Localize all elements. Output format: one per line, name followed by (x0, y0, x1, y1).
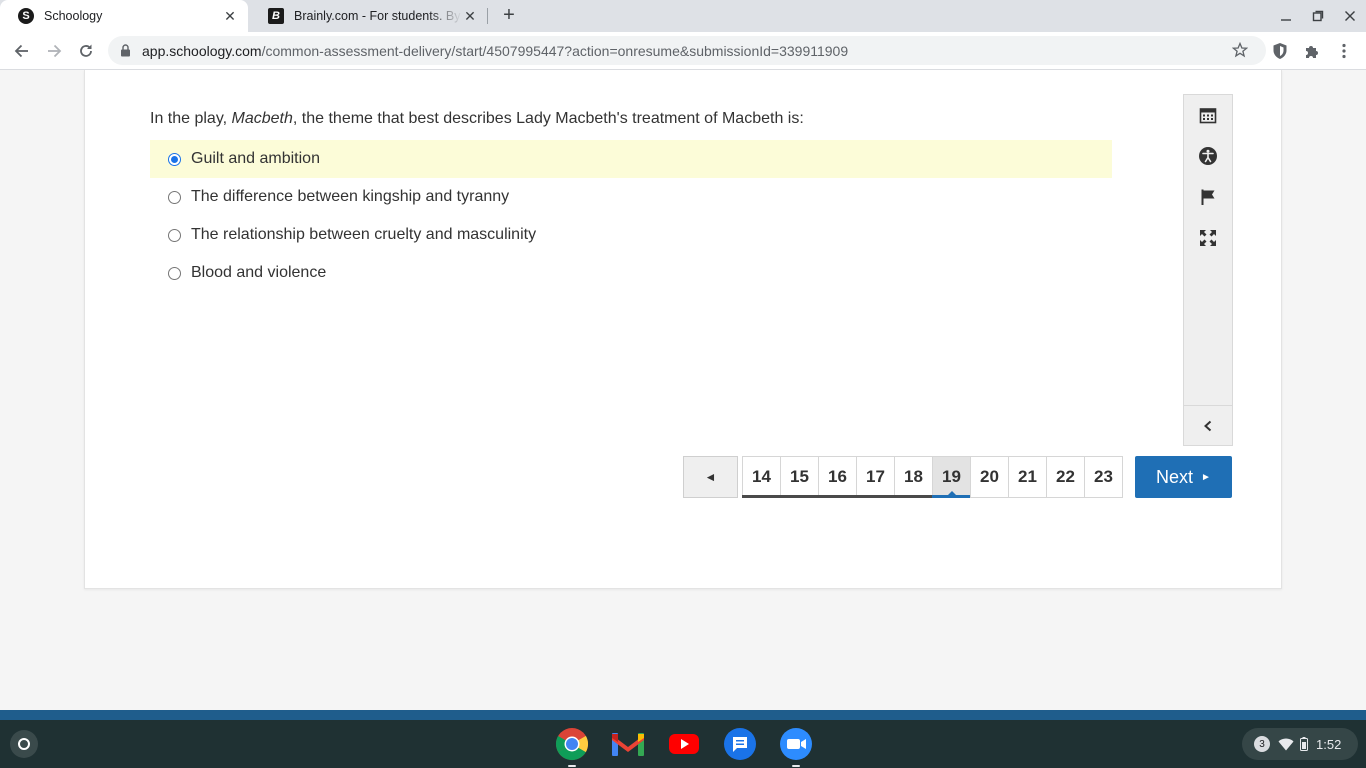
shelf-accent-bar (0, 710, 1366, 720)
reload-icon[interactable] (74, 40, 98, 62)
answer-option-3[interactable]: The relationship between cruelty and mas… (150, 216, 1112, 254)
question-pagination: 14 15 16 17 18 19 20 21 22 23 (742, 456, 1123, 498)
next-question-button[interactable]: Next ► (1135, 456, 1232, 498)
launcher-icon[interactable] (10, 730, 38, 758)
assessment-card: In the play, Macbeth, the theme that bes… (84, 70, 1282, 589)
page-15-button[interactable]: 15 (780, 456, 819, 498)
answer-option-2[interactable]: The difference between kingship and tyra… (150, 178, 1112, 216)
schoology-favicon-icon: S (18, 8, 34, 24)
menu-kebab-icon[interactable] (1334, 41, 1354, 61)
shield-extension-icon[interactable] (1270, 41, 1290, 61)
page-19-button[interactable]: 19 (932, 456, 971, 498)
extensions-puzzle-icon[interactable] (1302, 41, 1322, 61)
back-icon[interactable] (10, 40, 34, 62)
browser-toolbar: app.schoology.com/common-assessment-deli… (0, 32, 1366, 70)
tab-brainly[interactable]: B Brainly.com - For students. By student… (250, 0, 488, 32)
notification-count-badge: 3 (1254, 736, 1270, 752)
radio-button[interactable] (168, 266, 181, 280)
question-text: In the play, Macbeth, the theme that bes… (150, 110, 804, 128)
answer-option-4[interactable]: Blood and violence (150, 254, 1112, 292)
page-20-button[interactable]: 20 (970, 456, 1009, 498)
next-arrow-icon: ► (1201, 471, 1211, 483)
close-tab-icon[interactable]: ✕ (222, 8, 238, 24)
question-suffix: , the theme that best describes Lady Mac… (292, 110, 804, 127)
radio-button[interactable] (168, 228, 181, 242)
close-window-icon[interactable] (1340, 6, 1360, 26)
shelf: 3 1:52 (0, 720, 1366, 768)
forward-icon[interactable] (42, 40, 66, 62)
battery-icon (1300, 737, 1308, 751)
page-14-button[interactable]: 14 (742, 456, 781, 498)
system-tray[interactable]: 3 1:52 (1242, 728, 1358, 760)
close-tab-icon[interactable]: ✕ (462, 8, 478, 24)
tool-rail (1183, 94, 1233, 446)
option-label: Blood and violence (191, 264, 327, 281)
messages-icon[interactable] (723, 727, 757, 761)
new-tab-icon[interactable]: + (498, 4, 520, 26)
option-label: The relationship between cruelty and mas… (191, 226, 537, 243)
flag-icon[interactable] (1184, 177, 1232, 217)
next-label: Next (1156, 466, 1194, 487)
tab-schoology[interactable]: S Schoology ✕ (0, 0, 248, 32)
question-work-title: Macbeth (231, 110, 293, 127)
gmail-icon[interactable] (611, 727, 645, 761)
answer-options: Guilt and ambition The difference betwee… (150, 140, 1112, 292)
option-label: The difference between kingship and tyra… (191, 188, 510, 205)
tab-divider (487, 8, 488, 24)
collapse-panel-icon[interactable] (1184, 405, 1232, 445)
zoom-icon[interactable] (779, 727, 813, 767)
radio-button[interactable] (168, 152, 181, 166)
address-bar[interactable]: app.schoology.com/common-assessment-deli… (108, 36, 1266, 65)
youtube-icon[interactable] (667, 727, 701, 761)
accessibility-icon[interactable] (1184, 136, 1232, 176)
radio-button[interactable] (168, 190, 181, 204)
page-23-button[interactable]: 23 (1084, 456, 1123, 498)
fullscreen-icon[interactable] (1184, 218, 1232, 258)
page-16-button[interactable]: 16 (818, 456, 857, 498)
wifi-icon (1278, 738, 1294, 751)
previous-question-button[interactable]: ◄ (683, 456, 738, 498)
tab-title: Brainly.com - For students. By students. (294, 9, 462, 23)
url-host: app.schoology.com (142, 42, 262, 59)
question-prefix: In the play, (150, 110, 232, 127)
bookmark-star-icon[interactable] (1231, 41, 1249, 63)
lock-icon[interactable] (120, 44, 132, 58)
page-22-button[interactable]: 22 (1046, 456, 1085, 498)
chrome-icon[interactable] (555, 727, 589, 767)
clock: 1:52 (1316, 736, 1342, 752)
brainly-favicon-icon: B (268, 8, 284, 24)
page-21-button[interactable]: 21 (1008, 456, 1047, 498)
url-path: /common-assessment-delivery/start/450799… (261, 42, 849, 59)
page-17-button[interactable]: 17 (856, 456, 895, 498)
page-18-button[interactable]: 18 (894, 456, 933, 498)
answer-option-1[interactable]: Guilt and ambition (150, 140, 1112, 178)
minimize-icon[interactable] (1276, 6, 1296, 26)
tab-strip: S Schoology ✕ B Brainly.com - For studen… (0, 0, 1366, 32)
calendar-icon[interactable] (1184, 95, 1232, 135)
tab-title: Schoology (44, 9, 103, 23)
option-label: Guilt and ambition (191, 150, 320, 167)
restore-icon[interactable] (1308, 6, 1328, 26)
